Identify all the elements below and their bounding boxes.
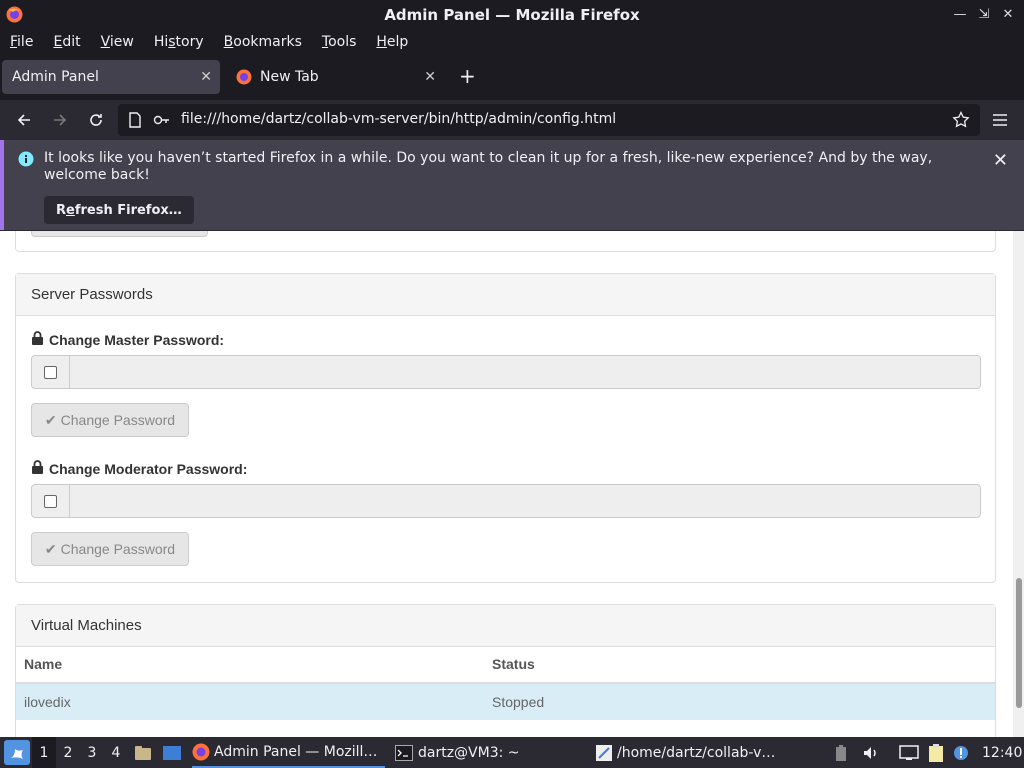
check-icon: ✔: [44, 411, 57, 428]
moderator-password-field[interactable]: [69, 484, 981, 518]
navigation-toolbar: file:///home/dartz/collab-vm-server/bin/…: [0, 100, 1024, 140]
menu-bar: File Edit View History Bookmarks Tools H…: [0, 29, 1024, 54]
restore-icon[interactable]: ⇲: [974, 4, 994, 24]
volume-icon[interactable]: [862, 737, 882, 768]
previous-panel: [15, 231, 996, 252]
battery-icon[interactable]: [835, 737, 851, 768]
master-password-checkbox[interactable]: [31, 355, 70, 389]
workspace-2[interactable]: 2: [56, 737, 80, 768]
master-password-group: [31, 355, 981, 389]
refresh-firefox-button[interactable]: Re fresh Firefox…: [44, 196, 194, 224]
notification-message: It looks like you haven’t started Firefo…: [44, 150, 933, 183]
close-tab-icon[interactable]: ✕: [200, 69, 212, 85]
menu-bookmarks[interactable]: Bookmarks: [214, 34, 312, 50]
close-window-icon[interactable]: ✕: [998, 4, 1018, 24]
reload-icon[interactable]: [84, 108, 108, 132]
taskbar: 1 2 3 4 Admin Panel — Mozill… dartz@VM3:…: [0, 737, 1024, 768]
tab-bar: Admin Panel ✕ New Tab ✕: [0, 54, 1024, 100]
moderator-password-checkbox[interactable]: [31, 484, 70, 518]
menu-view[interactable]: View: [91, 34, 144, 50]
change-moderator-password-button[interactable]: ✔ Change Password: [31, 532, 189, 566]
clipped-button: [31, 231, 208, 237]
column-header-name: Name: [16, 646, 484, 684]
moderator-password-group: [31, 484, 981, 518]
change-master-password-button[interactable]: ✔ Change Password: [31, 403, 189, 437]
lock-icon: [31, 460, 44, 477]
url-bar[interactable]: file:///home/dartz/collab-vm-server/bin/…: [118, 104, 980, 136]
checkbox-icon: [44, 365, 57, 379]
master-password-field[interactable]: [69, 355, 981, 389]
firefox-icon: [192, 743, 210, 761]
scrollbar-thumb[interactable]: [1016, 578, 1022, 708]
check-icon: ✔: [44, 540, 57, 557]
page-scrollbar[interactable]: [1013, 231, 1024, 737]
minimize-icon[interactable]: —: [950, 4, 970, 24]
firefox-tab-icon: [236, 69, 252, 85]
virtual-machines-panel: Virtual Machines Name Status ilovedix St…: [15, 604, 996, 737]
key-icon[interactable]: [153, 112, 171, 132]
vm-status-cell: Stopped: [484, 683, 995, 720]
page-icon: [128, 112, 142, 132]
new-tab-plus-icon[interactable]: +: [459, 64, 476, 88]
master-password-label: Change Master Password:: [31, 331, 224, 348]
taskbar-app-firefox[interactable]: Admin Panel — Mozill…: [192, 737, 385, 768]
clock[interactable]: 12:40: [982, 737, 1022, 768]
taskbar-app-terminal[interactable]: dartz@VM3: ~: [395, 737, 585, 768]
lock-icon: [31, 331, 44, 348]
url-text: file:///home/dartz/collab-vm-server/bin/…: [181, 111, 617, 127]
workspace-4[interactable]: 4: [104, 737, 128, 768]
close-tab-icon[interactable]: ✕: [424, 69, 436, 85]
clipboard-icon[interactable]: [927, 737, 947, 768]
menu-edit[interactable]: Edit: [43, 34, 90, 50]
window-titlebar: Admin Panel — Mozilla Firefox — ⇲ ✕: [0, 0, 1024, 29]
forward-arrow-icon[interactable]: [48, 108, 72, 132]
info-icon: [18, 151, 34, 171]
panel-heading: Virtual Machines: [16, 605, 995, 647]
terminal-icon: [395, 744, 413, 761]
checkbox-icon: [44, 494, 57, 508]
tab-label: Admin Panel: [12, 69, 99, 85]
menu-tools[interactable]: Tools: [312, 34, 367, 50]
workspace-3[interactable]: 3: [80, 737, 104, 768]
menu-file[interactable]: File: [0, 34, 43, 50]
tab-new-tab[interactable]: New Tab ✕: [226, 60, 444, 94]
file-manager-icon[interactable]: [134, 737, 154, 768]
updates-icon[interactable]: [953, 737, 971, 768]
network-icon[interactable]: [899, 737, 921, 768]
text-editor-icon: [595, 744, 613, 762]
bookmark-star-icon[interactable]: [949, 108, 973, 132]
vm-table: Name Status ilovedix Stopped: [16, 646, 995, 720]
close-notification-icon[interactable]: ✕: [993, 150, 1008, 171]
panel-heading: Server Passwords: [16, 274, 995, 316]
taskbar-app-editor[interactable]: /home/dartz/collab-v…: [595, 737, 785, 768]
back-arrow-icon[interactable]: [12, 108, 36, 132]
vm-name-cell: ilovedix: [16, 683, 484, 720]
refresh-notification-bar: It looks like you haven’t started Firefo…: [0, 140, 1024, 230]
start-menu-icon[interactable]: [4, 740, 30, 765]
menu-history[interactable]: History: [144, 34, 214, 50]
firefox-icon: [6, 6, 23, 27]
hamburger-menu-icon[interactable]: [988, 108, 1012, 132]
tab-label: New Tab: [260, 69, 319, 85]
table-header-row: Name Status: [16, 646, 995, 684]
workspace-1[interactable]: 1: [32, 737, 56, 768]
page-content: Server Passwords Change Master Password:…: [0, 231, 1013, 737]
moderator-password-label: Change Moderator Password:: [31, 460, 247, 477]
column-header-status: Status: [484, 646, 995, 684]
menu-help[interactable]: Help: [366, 34, 418, 50]
tab-admin-panel[interactable]: Admin Panel ✕: [2, 60, 220, 94]
window-title: Admin Panel — Mozilla Firefox: [384, 5, 640, 24]
table-row[interactable]: ilovedix Stopped: [16, 683, 995, 720]
desktop-icon[interactable]: [162, 737, 184, 768]
